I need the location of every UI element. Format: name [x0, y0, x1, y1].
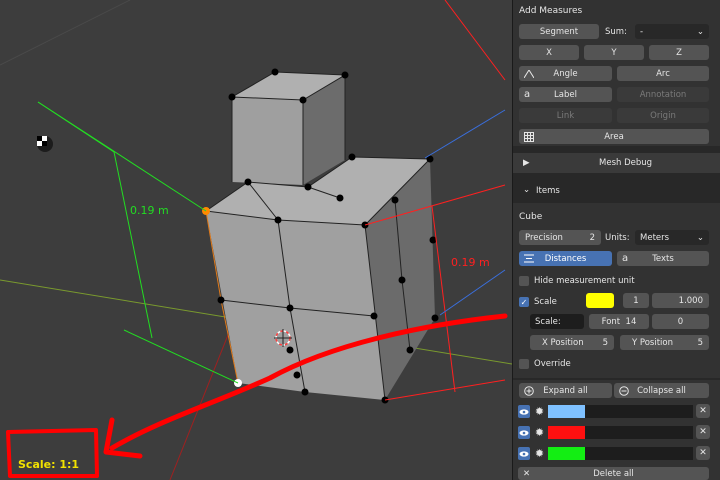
expand-all-button[interactable]: Expand all	[519, 383, 612, 398]
viewport-scene[interactable]	[0, 0, 512, 480]
gear-icon[interactable]: ✹	[533, 426, 546, 439]
y-button[interactable]: Y	[584, 45, 644, 60]
chevron-down-icon[interactable]: ⌄	[523, 185, 530, 195]
mesh-debug-label: Mesh Debug	[599, 158, 653, 168]
blue-dimension-lines	[424, 109, 506, 316]
scale-num-field[interactable]: 1	[623, 293, 649, 308]
green-dimension-lines	[37, 101, 239, 384]
precision-label: Precision	[525, 232, 563, 243]
gear-icon[interactable]: ✹	[533, 405, 546, 418]
override-label: Override	[534, 359, 571, 369]
segment-button[interactable]: Segment	[519, 24, 599, 39]
hide-unit-checkbox[interactable]	[519, 276, 529, 286]
add-measures-title: Add Measures	[519, 6, 583, 16]
plus-circle-icon	[524, 383, 534, 398]
label-button[interactable]: a Label	[519, 87, 612, 102]
font-field[interactable]: Font 14	[589, 314, 649, 329]
x-position-value: 5	[602, 337, 608, 348]
close-icon[interactable]: ✕	[696, 446, 710, 460]
override-checkbox[interactable]	[519, 359, 529, 369]
label-label: Label	[554, 89, 577, 100]
z-button[interactable]: Z	[649, 45, 709, 60]
y-position-field[interactable]: Y Position 5	[620, 335, 709, 350]
3d-viewport[interactable]: 0.19 m 0.19 m Scale: 1:1	[0, 0, 512, 480]
triangle-right-icon[interactable]: ▶	[523, 158, 530, 168]
scale-readout: Scale: 1:1	[18, 458, 80, 471]
grid-icon	[524, 129, 534, 144]
scale-color-swatch[interactable]	[586, 293, 614, 308]
text-icon: a	[524, 89, 531, 100]
y-position-value: 5	[697, 337, 703, 348]
red-dimension-label: 0.19 m	[451, 256, 490, 269]
item-name: Cube	[519, 212, 543, 222]
scale-checkbox[interactable]: ✓	[519, 297, 529, 307]
link-button[interactable]: Link	[519, 108, 612, 123]
precision-field[interactable]: Precision 2	[519, 230, 601, 245]
angle-field[interactable]: 0	[652, 314, 709, 329]
delete-all-button[interactable]: ✕ Delete all	[518, 467, 709, 480]
area-label: Area	[604, 131, 624, 142]
minus-circle-icon	[619, 383, 629, 398]
grid-line	[0, 0, 131, 66]
hide-unit-label: Hide measurement unit	[534, 276, 635, 286]
close-icon[interactable]: ✕	[696, 425, 710, 439]
font-label: Font	[601, 316, 621, 327]
green-dimension-label: 0.19 m	[130, 204, 169, 217]
units-dropdown[interactable]: Meters ⌄	[635, 230, 709, 245]
texts-tab[interactable]: a Texts	[617, 251, 709, 266]
scale-label: Scale	[534, 297, 557, 307]
row-color-swatch[interactable]	[548, 426, 585, 439]
check-icon: ✓	[520, 297, 528, 307]
eye-icon[interactable]	[518, 447, 530, 460]
eye-icon[interactable]	[518, 426, 530, 439]
arc-button[interactable]: Arc	[617, 66, 709, 81]
close-icon[interactable]: ✕	[696, 404, 710, 418]
delete-all-label: Delete all	[593, 468, 634, 479]
items-header[interactable]: Items	[536, 186, 560, 196]
sidebar-panel: Add Measures Segment Sum: - ⌄ X Y Z Angl…	[512, 0, 720, 480]
chevron-down-icon: ⌄	[696, 26, 704, 37]
x-position-label: X Position	[542, 337, 584, 348]
angle-icon	[524, 66, 534, 81]
area-button[interactable]: Area	[519, 129, 709, 144]
x-position-field[interactable]: X Position 5	[530, 335, 614, 350]
gear-icon[interactable]: ✹	[533, 447, 546, 460]
distances-tab[interactable]: Distances	[519, 251, 612, 266]
sum-value: -	[640, 26, 644, 37]
units-value: Meters	[640, 232, 670, 243]
angle-label: Angle	[553, 68, 578, 79]
eye-icon[interactable]	[518, 405, 530, 418]
row-color-swatch[interactable]	[548, 405, 585, 418]
text-icon: a	[622, 253, 629, 264]
expand-all-label: Expand all	[543, 385, 588, 396]
y-position-label: Y Position	[632, 337, 673, 348]
cube-front-face	[206, 211, 385, 400]
view-gizmo-icon[interactable]	[37, 136, 53, 152]
units-label: Units:	[605, 233, 630, 243]
collapse-all-button[interactable]: Collapse all	[614, 383, 709, 398]
chevron-down-icon: ⌄	[696, 232, 704, 243]
precision-value: 2	[589, 232, 595, 243]
sum-dropdown[interactable]: - ⌄	[635, 24, 709, 39]
x-button[interactable]: X	[519, 45, 579, 60]
close-icon: ✕	[523, 468, 531, 479]
sum-label: Sum:	[605, 27, 627, 37]
row-color-swatch[interactable]	[548, 447, 585, 460]
collapse-all-label: Collapse all	[637, 385, 686, 396]
font-value: 14	[625, 316, 637, 327]
distances-label: Distances	[544, 253, 587, 264]
origin-button[interactable]: Origin	[617, 108, 709, 123]
angle-button[interactable]: Angle	[519, 66, 612, 81]
annotation-button[interactable]: Annotation	[617, 87, 709, 102]
scale-text-field[interactable]: Scale:	[530, 314, 584, 329]
scale-factor-field[interactable]: 1.000	[652, 293, 709, 308]
align-icon	[524, 251, 534, 266]
cube-front-face-upper	[232, 97, 303, 185]
texts-label: Texts	[652, 253, 674, 264]
